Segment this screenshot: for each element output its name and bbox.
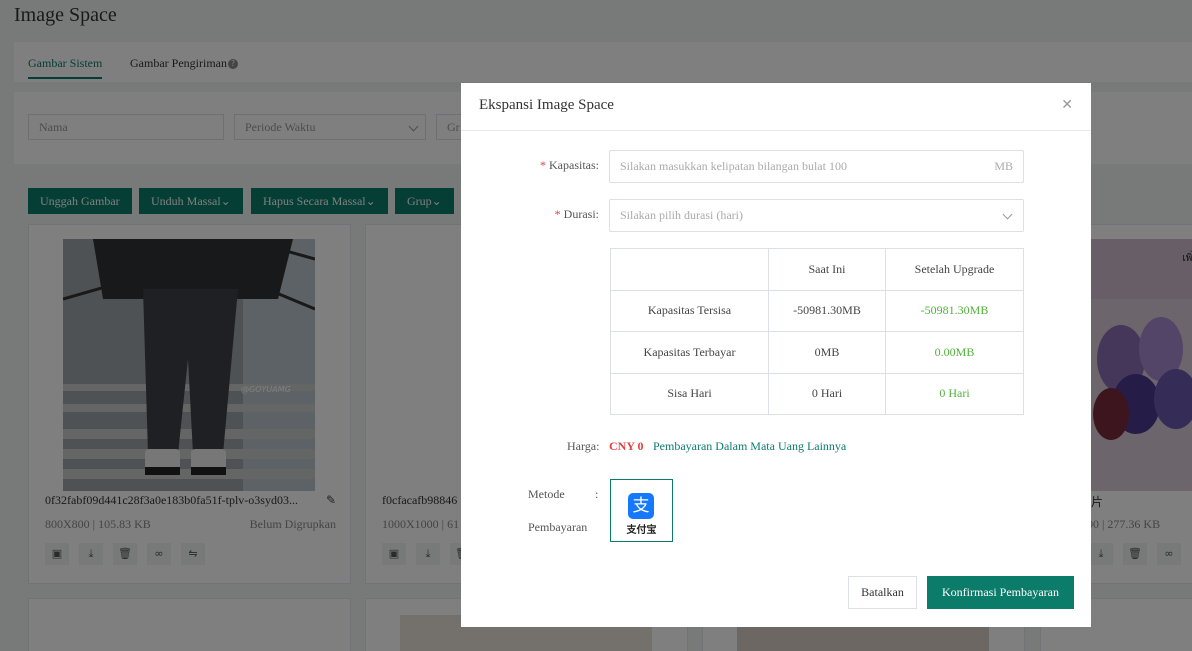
close-icon[interactable]: ✕ bbox=[1061, 97, 1073, 113]
table-row: Sisa Hari 0 Hari 0 Hari bbox=[610, 372, 1024, 415]
current-value: -50981.30MB bbox=[768, 289, 886, 332]
required-marker: * bbox=[540, 158, 546, 172]
modal-header: Ekspansi Image Space ✕ bbox=[461, 83, 1091, 131]
table-header-cell: Setelah Upgrade bbox=[885, 248, 1024, 291]
cancel-button[interactable]: Batalkan bbox=[848, 576, 917, 609]
row-label: Kapasitas Tersisa bbox=[610, 289, 769, 332]
modal-title: Ekspansi Image Space bbox=[479, 97, 614, 113]
alipay-label: 支付宝 bbox=[626, 525, 657, 536]
table-row: Kapasitas Tersisa -50981.30MB -50981.30M… bbox=[610, 289, 1024, 332]
duration-select[interactable]: Silakan pilih durasi (hari) bbox=[609, 199, 1024, 232]
table-header-cell bbox=[610, 248, 769, 291]
row-label: Kapasitas Terbayar bbox=[610, 331, 769, 374]
alipay-icon: 支 bbox=[628, 493, 654, 519]
confirm-payment-button[interactable]: Konfirmasi Pembayaran bbox=[927, 576, 1074, 609]
after-value: 0.00MB bbox=[885, 331, 1024, 374]
capacity-label-text: Kapasitas: bbox=[549, 158, 599, 172]
expand-space-modal: Ekspansi Image Space ✕ * Kapasitas: Silak… bbox=[461, 83, 1091, 627]
table-header-cell: Saat Ini bbox=[768, 248, 886, 291]
table-row: Kapasitas Terbayar 0MB 0.00MB bbox=[610, 331, 1024, 374]
required-marker: * bbox=[554, 207, 561, 221]
after-value: -50981.30MB bbox=[885, 289, 1024, 332]
payment-method-label: Metode bbox=[528, 487, 565, 501]
price-value: CNY 0 bbox=[609, 439, 644, 453]
duration-label-text: Durasi: bbox=[563, 207, 599, 221]
capacity-unit: MB bbox=[994, 159, 1013, 173]
capacity-input[interactable]: Silakan masukkan kelipatan bilangan bula… bbox=[609, 150, 1024, 183]
capacity-label: * Kapasitas: bbox=[521, 158, 599, 173]
capacity-table: Saat Ini Setelah Upgrade Kapasitas Tersi… bbox=[610, 248, 1024, 415]
after-value: 0 Hari bbox=[885, 372, 1024, 415]
price-label: Harga: bbox=[567, 439, 600, 453]
row-label: Sisa Hari bbox=[610, 372, 769, 415]
chevron-down-icon bbox=[1002, 209, 1013, 220]
payment-method-label-2: Pembayaran bbox=[528, 520, 588, 534]
other-currency-link[interactable]: Pembayaran Dalam Mata Uang Lainnya bbox=[653, 439, 846, 454]
alipay-option[interactable]: 支 支付宝 bbox=[610, 479, 673, 542]
current-value: 0MB bbox=[768, 331, 886, 374]
duration-placeholder: Silakan pilih durasi (hari) bbox=[620, 208, 743, 222]
payment-method-colon: : bbox=[595, 487, 599, 501]
capacity-placeholder: Silakan masukkan kelipatan bilangan bula… bbox=[620, 159, 847, 173]
current-value: 0 Hari bbox=[768, 372, 886, 415]
table-header-row: Saat Ini Setelah Upgrade bbox=[610, 248, 1024, 291]
duration-label: * Durasi: bbox=[521, 207, 599, 222]
